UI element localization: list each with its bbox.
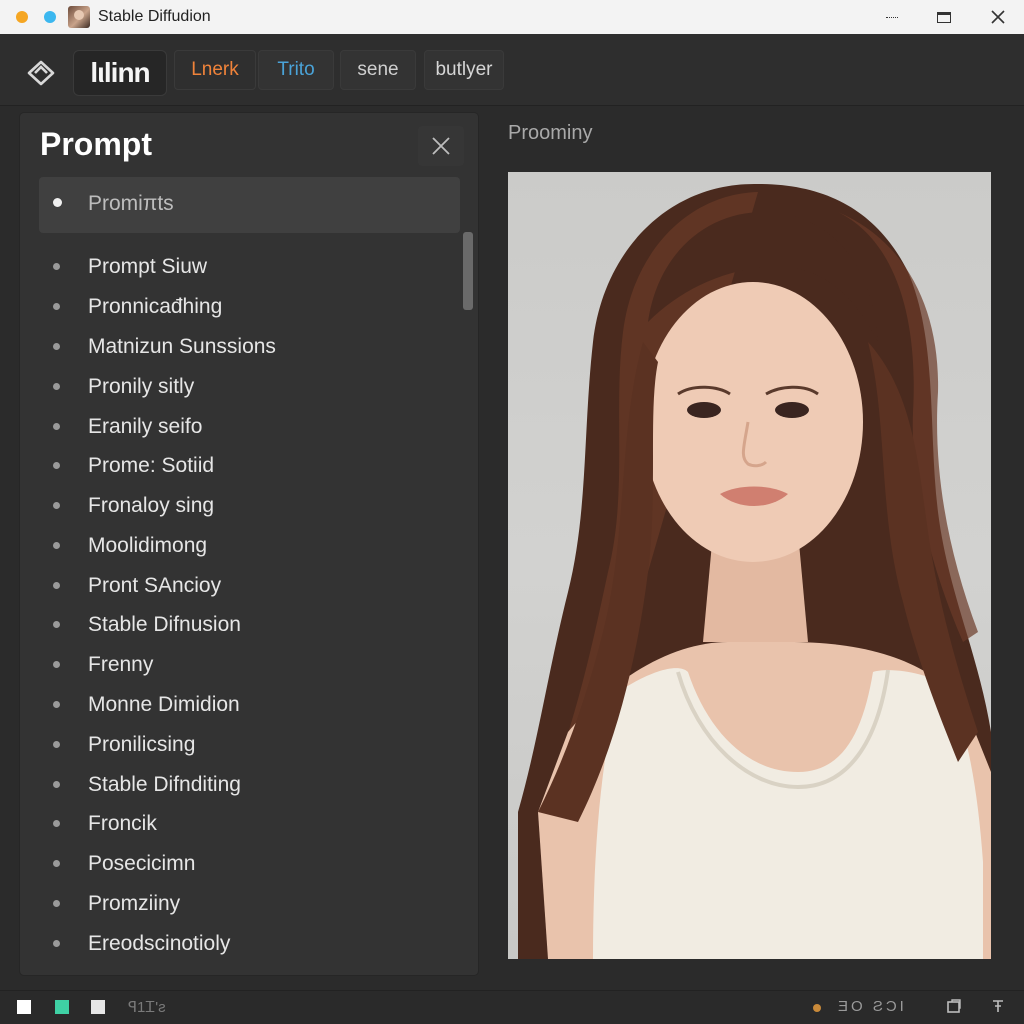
list-item[interactable]: Pronnicađhing xyxy=(40,288,450,326)
list-item-label: Matnizun Sunssions xyxy=(88,335,276,358)
list-item[interactable]: Froncik xyxy=(40,805,450,843)
bullet-icon xyxy=(53,462,60,469)
bullet-icon xyxy=(53,900,60,907)
bullet-icon xyxy=(53,263,60,270)
bullet-icon xyxy=(53,542,60,549)
bullet-icon xyxy=(53,820,60,827)
list-item-label: Pronily sitly xyxy=(88,375,195,398)
close-panel-button[interactable] xyxy=(418,126,464,166)
maximize-icon xyxy=(937,11,951,23)
list-item-label: Posecicimn xyxy=(88,852,196,875)
list-item[interactable]: Frenny xyxy=(40,646,450,684)
window-icon[interactable] xyxy=(946,998,962,1018)
list-item-label: Eranily seifo xyxy=(88,415,203,438)
status-square-icon[interactable] xyxy=(17,1000,31,1014)
portrait-illustration xyxy=(518,183,991,959)
bullet-icon xyxy=(53,582,60,589)
list-item[interactable]: Ereodscinotioly xyxy=(40,925,450,963)
tab-trito[interactable]: Trito xyxy=(258,50,334,90)
list-item-label: Pront SAncioy xyxy=(88,574,222,597)
bullet-icon xyxy=(53,661,60,668)
status-text: ꟼ1Ꮖ'ƨ xyxy=(128,999,166,1016)
list-item[interactable]: Prome: Sotiid xyxy=(40,447,450,485)
close-icon xyxy=(432,137,450,155)
list-item-label: Fronaloy sing xyxy=(88,494,215,517)
bullet-icon xyxy=(53,303,60,310)
minimize-icon xyxy=(886,16,898,18)
status-accent-square-icon[interactable] xyxy=(55,1000,69,1014)
list-item[interactable]: Stable Difnditing xyxy=(40,766,450,804)
list-item-label: Promziiny xyxy=(88,892,181,915)
bullet-icon xyxy=(53,741,60,748)
list-item-label: Frenny xyxy=(88,653,154,676)
list-item[interactable]: Pronilicsing xyxy=(40,726,450,764)
list-item-label: Stable Difnditing xyxy=(88,773,241,796)
app-logo-icon[interactable] xyxy=(26,58,56,88)
list-item[interactable]: Monne Dimidion xyxy=(40,686,450,724)
status-dot-icon xyxy=(813,1004,821,1012)
brand-logo[interactable]: lιlinn xyxy=(73,50,167,96)
bullet-icon xyxy=(53,502,60,509)
list-item[interactable]: Stable Difnusion xyxy=(40,606,450,644)
close-icon xyxy=(991,10,1005,24)
list-item-label: Pronnicađhing xyxy=(88,295,223,318)
minimize-button[interactable] xyxy=(872,4,912,30)
panel-title: Prompt xyxy=(40,126,152,162)
list-item[interactable]: Moolidimong xyxy=(40,527,450,565)
list-item[interactable]: Pronily sitly xyxy=(40,368,450,406)
tab-sene[interactable]: sene xyxy=(340,50,416,90)
tab-butlyer[interactable]: butlyer xyxy=(424,50,504,90)
title-bar: Stable Diffudion xyxy=(0,0,1024,34)
tab-lnerk[interactable]: Lnerk xyxy=(174,50,256,90)
list-item-label: Stable Difnusion xyxy=(88,613,241,636)
list-item-label: Monne Dimidion xyxy=(88,693,240,716)
close-window-button[interactable] xyxy=(978,4,1018,30)
bullet-icon xyxy=(53,701,60,708)
bullet-icon xyxy=(53,860,60,867)
app-icon xyxy=(68,6,90,28)
scrollbar-thumb[interactable] xyxy=(463,232,473,310)
list-item[interactable]: Pront SAncioy xyxy=(40,567,450,605)
list-item[interactable]: Prompt Siuw xyxy=(40,248,450,286)
list-item-label: Moolidimong xyxy=(88,534,208,557)
pin-icon[interactable] xyxy=(990,998,1006,1018)
zoom-traffic-light[interactable] xyxy=(44,11,56,23)
bullet-icon xyxy=(53,621,60,628)
status-right-text: ƎO ƧƆI xyxy=(838,998,907,1015)
bullet-icon xyxy=(53,423,60,430)
maximize-button[interactable] xyxy=(924,4,964,30)
window-title: Stable Diffudion xyxy=(98,8,211,25)
bullet-icon xyxy=(53,198,62,207)
list-item-label: Prompt Siuw xyxy=(88,255,208,278)
bullet-icon xyxy=(53,343,60,350)
list-item-label: Pronilicsing xyxy=(88,733,196,756)
list-item-label: Froncik xyxy=(88,812,157,835)
list-item[interactable]: Matnizun Sunssions xyxy=(40,328,450,366)
selected-prompt-label: Promiπts xyxy=(88,192,174,215)
minimize-traffic-light[interactable] xyxy=(16,11,28,23)
bullet-icon xyxy=(53,940,60,947)
list-item[interactable]: Eranily seifo xyxy=(40,408,450,446)
list-item-label: Ereodscinotioly xyxy=(88,932,231,955)
list-item[interactable]: Fronaloy sing xyxy=(40,487,450,525)
status-square-icon[interactable] xyxy=(91,1000,105,1014)
list-item-label: Prome: Sotiid xyxy=(88,454,215,477)
list-item[interactable]: Promziiny xyxy=(40,885,450,923)
preview-label: Proominy xyxy=(508,122,593,144)
list-item[interactable]: Posecicimn xyxy=(40,845,450,883)
generated-portrait-image[interactable] xyxy=(508,172,991,959)
bullet-icon xyxy=(53,383,60,390)
bullet-icon xyxy=(53,781,60,788)
